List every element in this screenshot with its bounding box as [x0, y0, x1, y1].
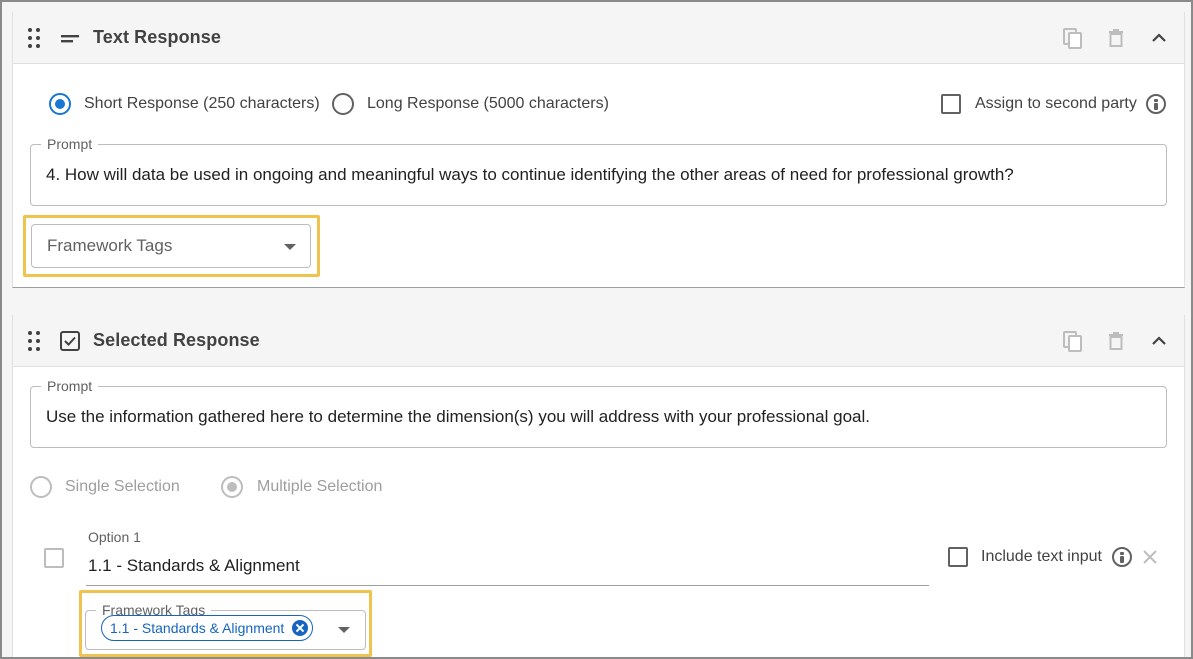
info-icon[interactable]: [1146, 94, 1166, 114]
prompt-value: Use the information gathered here to det…: [46, 407, 870, 426]
card-title: Text Response: [93, 27, 222, 47]
include-text-input-checkbox[interactable]: [948, 547, 968, 567]
prompt-field[interactable]: Prompt Use the information gathered here…: [30, 378, 1167, 448]
short-response-label: Short Response (250 characters): [84, 95, 320, 112]
chip-label: 1.1 - Standards & Alignment: [110, 620, 285, 636]
drag-handle-icon[interactable]: [28, 28, 42, 48]
info-icon[interactable]: [1112, 547, 1132, 567]
option-1-value: 1.1 - Standards & Alignment: [88, 556, 300, 575]
long-response-label: Long Response (5000 characters): [367, 95, 609, 112]
single-selection-label: Single Selection: [65, 478, 180, 495]
prompt-label: Prompt: [41, 136, 99, 152]
option-checkbox[interactable]: [44, 548, 64, 568]
text-response-header: Text Response: [13, 12, 1184, 64]
copy-icon[interactable]: [1061, 329, 1085, 353]
single-selection-radio[interactable]: [30, 476, 52, 498]
prompt-field[interactable]: Prompt 4. How will data be used in ongoi…: [30, 136, 1167, 206]
chevron-up-icon[interactable]: [1147, 26, 1171, 50]
include-text-input-label: Include text input: [981, 548, 1102, 565]
close-icon[interactable]: [1142, 549, 1158, 565]
prompt-label: Prompt: [41, 378, 99, 394]
delete-icon[interactable]: [1104, 26, 1128, 50]
framework-tags-placeholder: Framework Tags: [47, 236, 173, 255]
selected-response-header: Selected Response: [13, 315, 1184, 367]
card-title: Selected Response: [93, 330, 260, 350]
framework-tag-chip[interactable]: 1.1 - Standards & Alignment: [101, 615, 314, 641]
short-text-icon: [61, 35, 79, 43]
long-response-radio[interactable]: [332, 93, 354, 115]
multiple-selection-label: Multiple Selection: [257, 478, 383, 495]
chip-remove-icon[interactable]: [292, 620, 309, 636]
option-framework-tags-select[interactable]: Framework Tags 1.1 - Standards & Alignme…: [85, 602, 366, 650]
form-builder: Text Response Short Response (250 charac…: [0, 0, 1193, 659]
framework-tags-select[interactable]: Framework Tags: [31, 224, 311, 268]
multiple-selection-radio[interactable]: [221, 476, 243, 498]
delete-icon[interactable]: [1104, 329, 1128, 353]
dropdown-arrow-icon: [338, 627, 350, 633]
prompt-value: 4. How will data be used in ongoing and …: [46, 165, 1014, 184]
copy-icon[interactable]: [1061, 26, 1085, 50]
selected-response-card: Selected Response Prompt Use the informa…: [12, 315, 1185, 657]
assign-second-party-label: Assign to second party: [975, 95, 1137, 112]
drag-handle-icon[interactable]: [28, 331, 42, 351]
text-response-card: Text Response Short Response (250 charac…: [12, 12, 1185, 288]
dropdown-arrow-icon: [284, 244, 296, 250]
chevron-up-icon[interactable]: [1147, 329, 1171, 353]
option-1-label: Option 1: [88, 529, 141, 545]
checkbox-icon: [60, 331, 80, 351]
short-response-radio[interactable]: [49, 93, 71, 115]
assign-second-party-checkbox[interactable]: [941, 94, 961, 114]
option-1-field[interactable]: Option 1 1.1 - Standards & Alignment: [86, 529, 929, 586]
